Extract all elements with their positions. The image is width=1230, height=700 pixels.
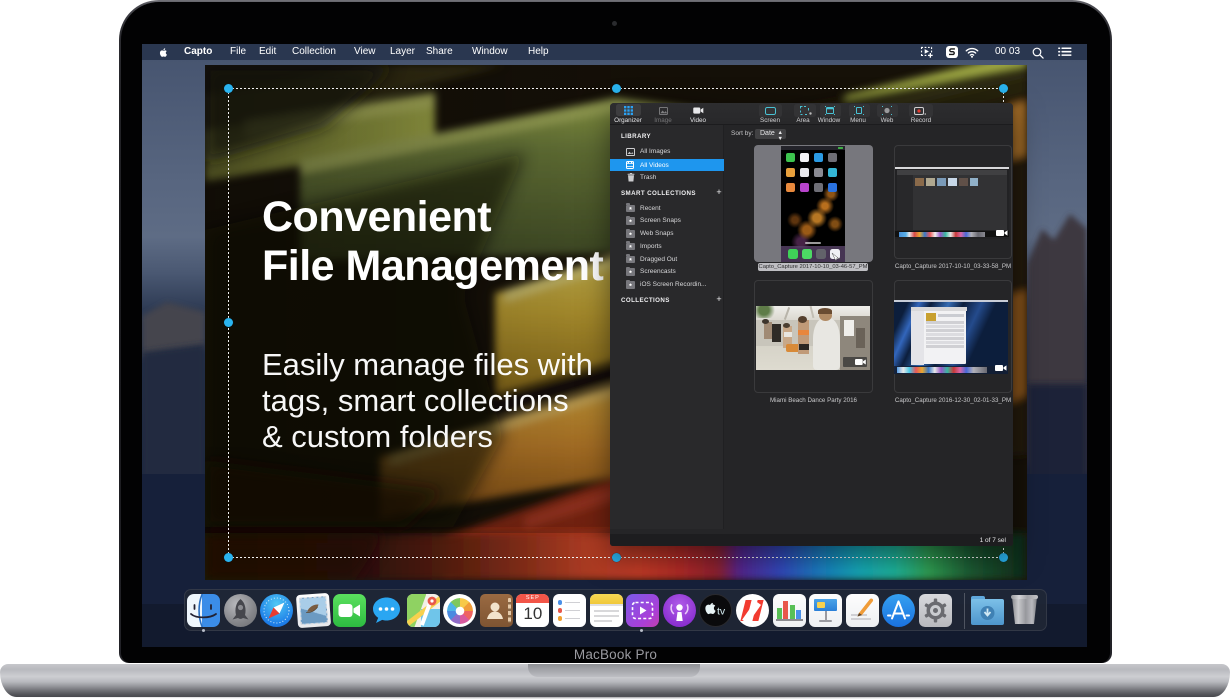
svg-text:tv: tv [717, 606, 726, 618]
